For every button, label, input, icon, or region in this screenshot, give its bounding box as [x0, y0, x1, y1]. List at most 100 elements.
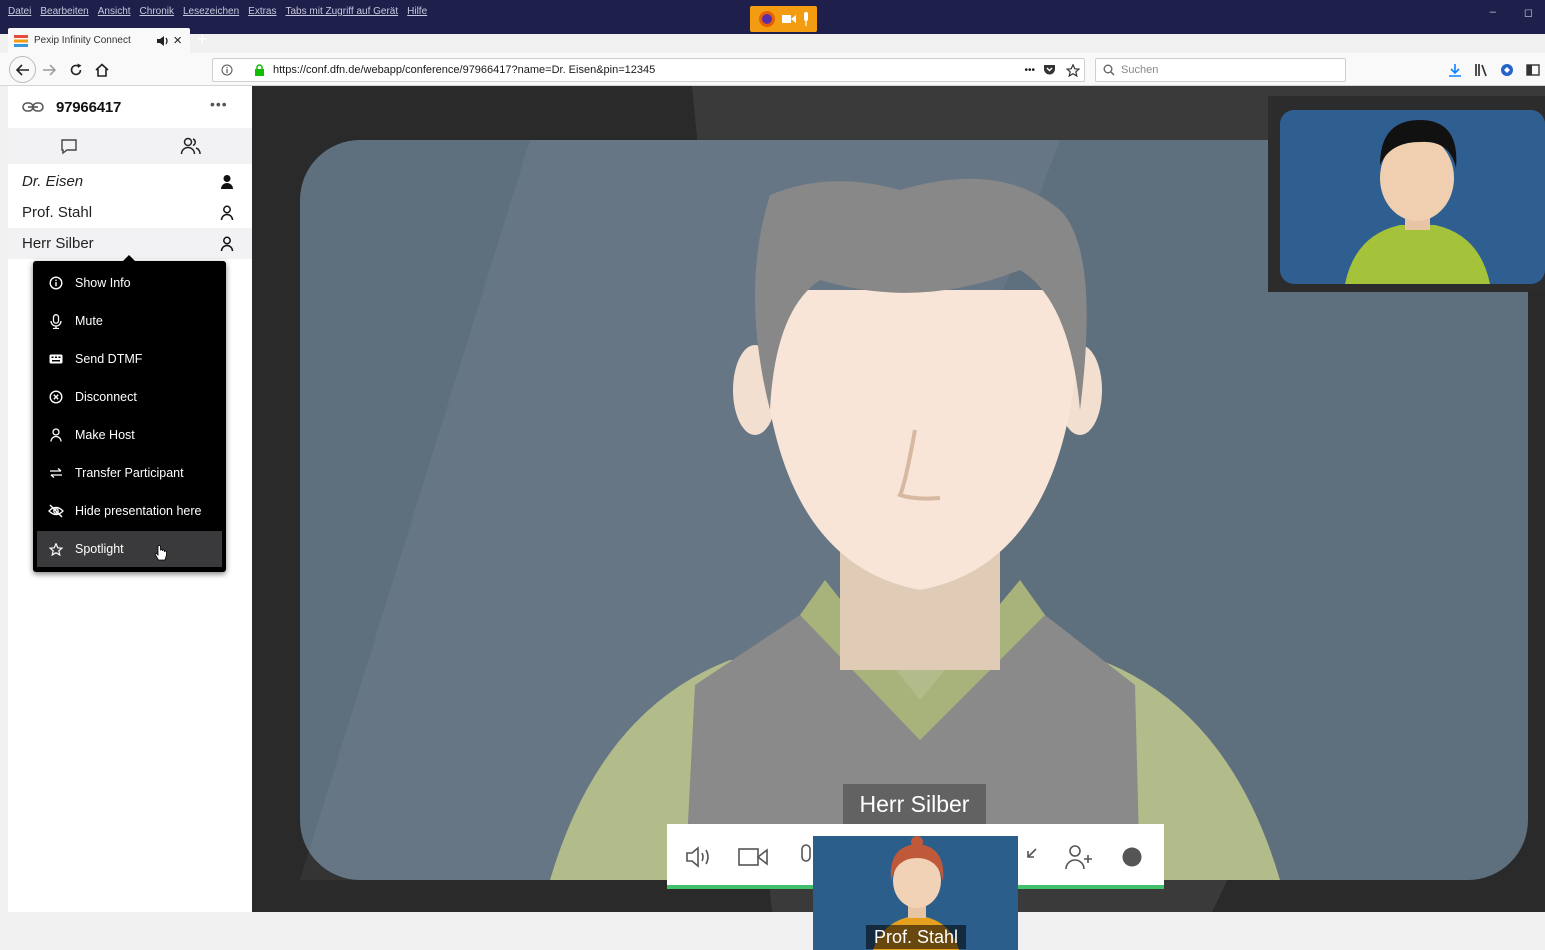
download-icon[interactable] [1448, 63, 1462, 77]
minimize-video-button[interactable] [1019, 842, 1041, 872]
menu-hilfe[interactable]: Hilfe [407, 6, 427, 17]
arrow-right-icon [43, 64, 56, 76]
window-titlebar: Datei Bearbeiten Ansicht Chronik Lesezei… [0, 0, 1545, 34]
sidebar-tabs [8, 128, 252, 164]
menu-lesezeichen[interactable]: Lesezeichen [183, 6, 239, 17]
tab-close-button[interactable]: × [173, 32, 182, 49]
menu-item-show-info[interactable]: Show Info [37, 265, 222, 301]
pexip-logo-icon [14, 34, 28, 47]
browser-tab[interactable]: Pexip Infinity Connect × [8, 28, 190, 53]
participants-icon [180, 137, 201, 155]
menu-bearbeiten[interactable]: Bearbeiten [40, 6, 88, 17]
info-icon[interactable] [221, 64, 233, 76]
menu-item-label: Show Info [75, 276, 131, 290]
conference-more-button[interactable]: ••• [210, 96, 228, 112]
extension-icon[interactable] [1500, 63, 1514, 77]
menu-item-spotlight[interactable]: Spotlight [37, 531, 222, 567]
info-icon [49, 276, 63, 290]
menu-item-label: Transfer Participant [75, 466, 184, 480]
participant-name: Prof. Stahl [22, 204, 93, 221]
menu-extras[interactable]: Extras [248, 6, 276, 17]
menu-item-label: Make Host [75, 428, 135, 442]
menu-tabs-geraet[interactable]: Tabs mit Zugriff auf Gerät [286, 6, 399, 17]
star-icon [49, 542, 63, 556]
restore-button[interactable]: ◻ [1524, 6, 1533, 19]
search-icon [1103, 64, 1115, 76]
search-bar[interactable]: Suchen [1095, 58, 1346, 82]
pip-name-label: Prof. Stahl [866, 925, 966, 949]
host-person-icon [221, 175, 233, 189]
menu-datei[interactable]: Datei [8, 6, 31, 17]
collapse-icon [1027, 848, 1037, 858]
pocket-icon[interactable] [1043, 64, 1056, 76]
bookmark-star-icon[interactable] [1066, 63, 1080, 77]
participant-context-menu: Show Info Mute Send DTMF Disconnect Make… [33, 261, 226, 572]
menu-bar: Datei Bearbeiten Ansicht Chronik Lesezei… [8, 6, 436, 17]
hand-cursor-icon [154, 545, 167, 561]
camera-button[interactable] [737, 842, 769, 872]
tab-participants[interactable] [130, 128, 252, 164]
menu-chronik[interactable]: Chronik [140, 6, 174, 17]
menu-item-label: Hide presentation here [75, 504, 202, 518]
menu-item-label: Send DTMF [75, 352, 143, 366]
forward-button[interactable] [40, 62, 58, 78]
record-button[interactable] [1119, 842, 1145, 872]
close-circle-icon [49, 390, 63, 404]
menu-item-mute[interactable]: Mute [37, 303, 222, 339]
self-view[interactable] [1268, 96, 1545, 292]
menu-item-label: Disconnect [75, 390, 137, 404]
speaker-volume-button[interactable] [683, 842, 715, 872]
person-icon [220, 236, 234, 252]
library-icon[interactable] [1474, 63, 1488, 77]
lock-icon[interactable] [254, 64, 265, 76]
conference-id: 97966417 [56, 98, 122, 116]
arrow-left-icon [15, 63, 29, 76]
person-icon [220, 205, 234, 221]
microphone-icon [803, 12, 808, 26]
page-actions-button[interactable]: ••• [1024, 65, 1035, 76]
address-bar[interactable]: https://conf.dfn.de/webapp/conference/97… [212, 58, 1085, 82]
eye-off-icon [48, 504, 64, 518]
camera-icon [781, 15, 796, 23]
keyboard-icon [49, 354, 63, 364]
transfer-icon [50, 468, 62, 478]
participant-row[interactable]: Dr. Eisen [8, 166, 252, 197]
sharing-indicator[interactable] [750, 6, 817, 32]
person-icon [50, 428, 62, 442]
participant-row[interactable]: Prof. Stahl [8, 197, 252, 228]
camera-icon [738, 848, 768, 866]
reload-button[interactable] [67, 61, 85, 79]
new-tab-button[interactable]: + [197, 29, 208, 50]
window-controls: – ◻ [1490, 6, 1533, 19]
add-person-icon [1065, 845, 1092, 870]
search-placeholder: Suchen [1121, 64, 1159, 76]
menu-item-make-host[interactable]: Make Host [37, 417, 222, 453]
speaker-icon[interactable] [157, 35, 169, 46]
tab-title: Pexip Infinity Connect [34, 35, 131, 46]
menu-item-disconnect[interactable]: Disconnect [37, 379, 222, 415]
home-icon [95, 63, 109, 77]
participant-name: Herr Silber [22, 235, 94, 252]
minimize-button[interactable]: – [1490, 6, 1496, 19]
menu-item-transfer-participant[interactable]: Transfer Participant [37, 455, 222, 491]
firefox-icon [758, 11, 775, 27]
microphone-icon [50, 313, 62, 329]
add-participant-button[interactable] [1063, 842, 1095, 872]
chat-icon [61, 138, 77, 154]
url-text[interactable]: https://conf.dfn.de/webapp/conference/97… [273, 64, 1024, 76]
link-icon[interactable] [22, 101, 44, 113]
menu-item-label: Spotlight [75, 542, 124, 556]
home-button[interactable] [93, 61, 111, 79]
self-avatar-illustration [1345, 120, 1490, 284]
participant-name: Dr. Eisen [22, 173, 84, 190]
speaker-name-label: Herr Silber [843, 784, 986, 824]
back-button[interactable] [9, 56, 36, 83]
menu-ansicht[interactable]: Ansicht [98, 6, 131, 17]
reload-icon [70, 63, 82, 76]
sidebar-toggle-icon[interactable] [1526, 63, 1540, 77]
menu-item-label: Mute [75, 314, 103, 328]
tab-chat[interactable] [8, 128, 130, 164]
menu-item-send-dtmf[interactable]: Send DTMF [37, 341, 222, 377]
menu-item-hide-presentation[interactable]: Hide presentation here [37, 493, 222, 529]
speaker-icon [686, 846, 709, 868]
